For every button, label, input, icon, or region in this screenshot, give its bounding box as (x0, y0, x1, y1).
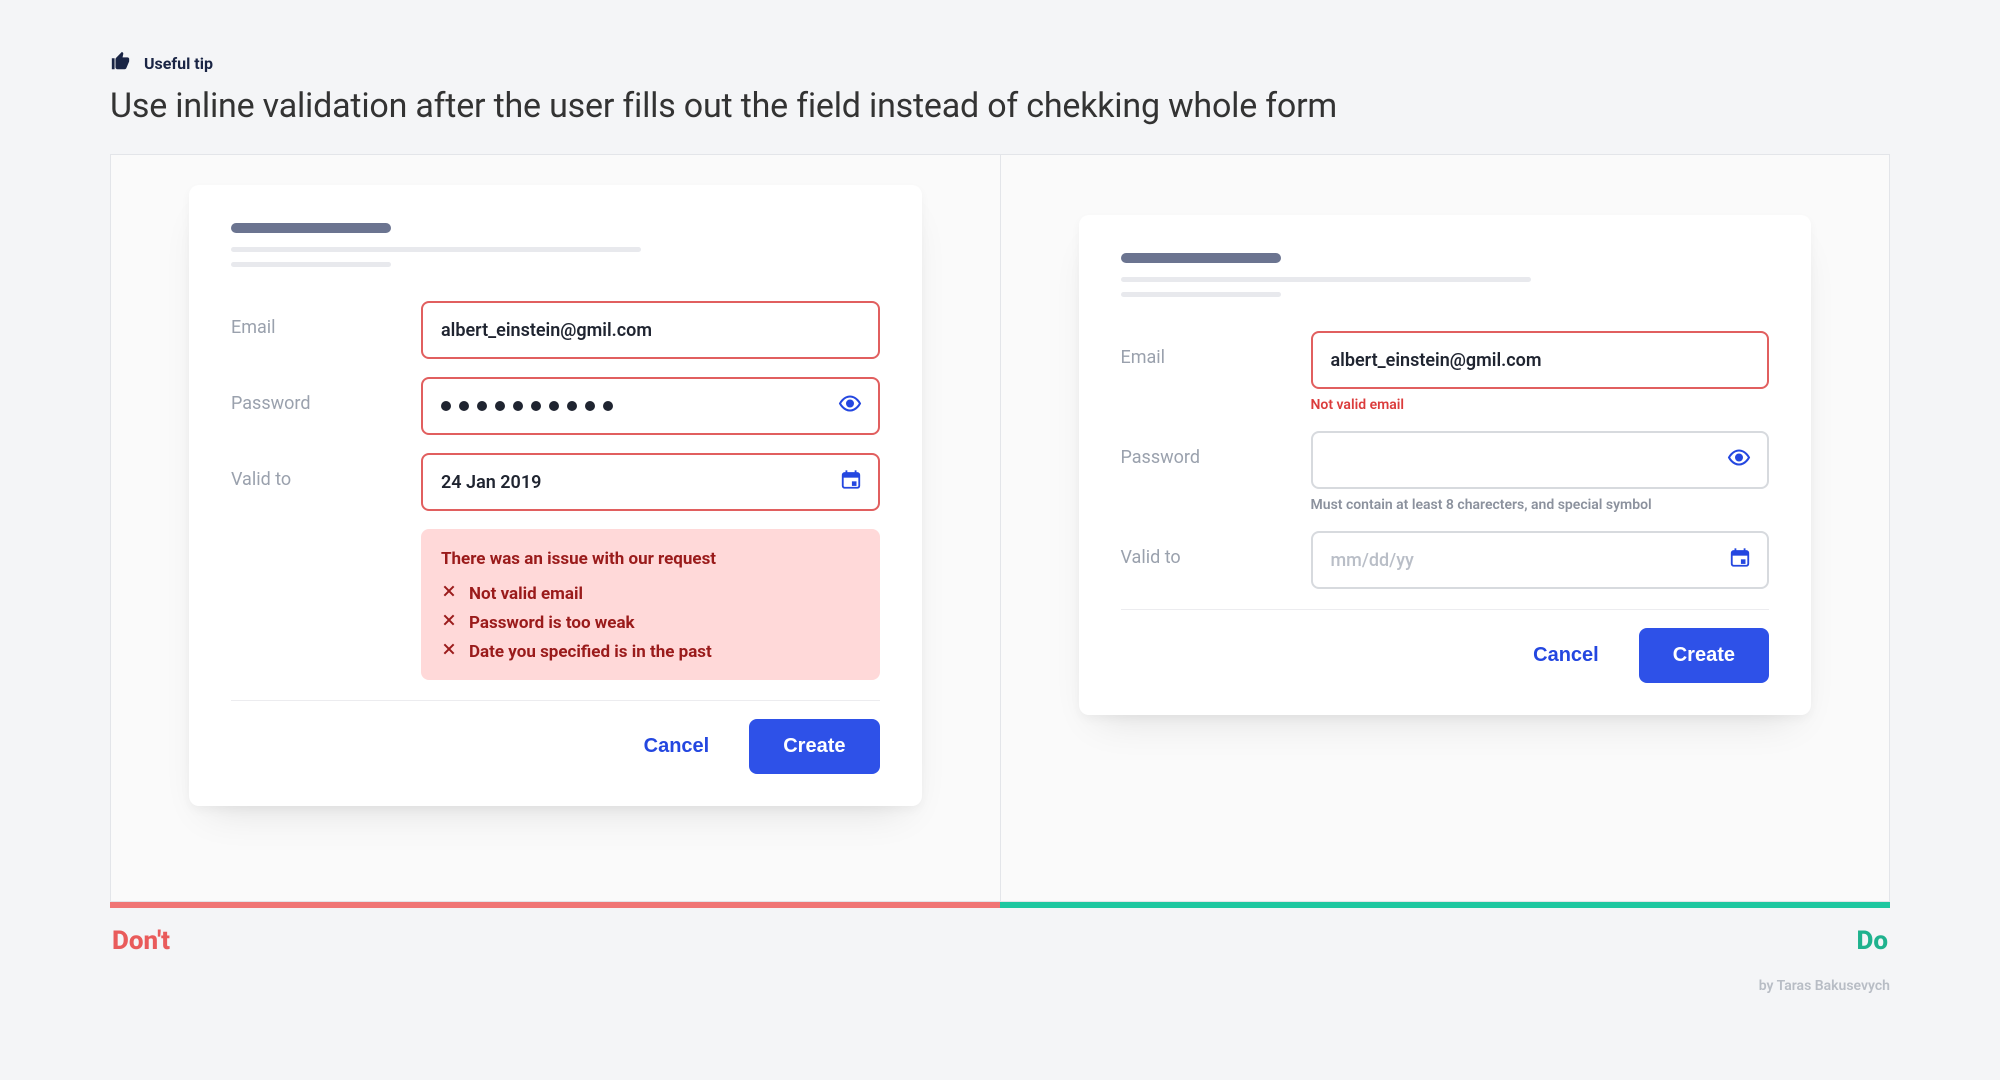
date-value: 24 Jan 2019 (441, 472, 541, 493)
byline: by Taras Bakusevych (110, 978, 1890, 994)
password-mask (441, 401, 613, 411)
x-icon (441, 612, 457, 633)
card-header-placeholder (231, 223, 880, 267)
card-header-placeholder (1121, 253, 1770, 297)
headline: Use inline validation after the user fil… (110, 86, 1890, 126)
email-value: albert_einstein@gmil.com (441, 320, 652, 341)
error-item: Password is too weak (441, 612, 860, 633)
cancel-button[interactable]: Cancel (1515, 630, 1617, 681)
create-button[interactable]: Create (749, 719, 879, 774)
error-item: Date you specified is in the past (441, 641, 860, 662)
error-item: Not valid email (441, 583, 860, 604)
calendar-icon[interactable] (1729, 547, 1751, 574)
dont-bar (110, 902, 1000, 908)
verdict-bars (110, 902, 1890, 908)
date-field[interactable]: 24 Jan 2019 (421, 453, 880, 511)
password-help-text: Must contain at least 8 charecters, and … (1311, 497, 1770, 513)
password-field[interactable] (1311, 431, 1770, 489)
password-label: Password (231, 377, 421, 414)
form-card-do: Email albert_einstein@gmil.com Not valid… (1079, 215, 1812, 715)
email-label: Email (231, 301, 421, 338)
create-button[interactable]: Create (1639, 628, 1769, 683)
password-label: Password (1121, 431, 1311, 468)
form-card-dont: Email albert_einstein@gmil.com Password (189, 185, 922, 806)
x-icon (441, 641, 457, 662)
email-error-text: Not valid email (1311, 397, 1770, 413)
eye-icon[interactable] (838, 392, 862, 421)
tip-header: Useful tip (110, 50, 1890, 76)
divider (1121, 609, 1770, 610)
x-icon (441, 583, 457, 604)
comparison-panel: Email albert_einstein@gmil.com Password (110, 154, 1890, 902)
email-field[interactable]: albert_einstein@gmil.com (1311, 331, 1770, 389)
tip-label: Useful tip (144, 54, 213, 73)
eye-icon[interactable] (1727, 446, 1751, 475)
thumbs-up-icon (110, 50, 132, 76)
dont-panel: Email albert_einstein@gmil.com Password (111, 155, 1001, 901)
email-field[interactable]: albert_einstein@gmil.com (421, 301, 880, 359)
email-label: Email (1121, 331, 1311, 368)
password-field[interactable] (421, 377, 880, 435)
valid-to-label: Valid to (1121, 531, 1311, 568)
email-value: albert_einstein@gmil.com (1331, 350, 1542, 371)
do-bar (1000, 902, 1890, 908)
error-summary-title: There was an issue with our request (441, 549, 860, 569)
date-placeholder: mm/dd/yy (1331, 550, 1414, 571)
do-panel: Email albert_einstein@gmil.com Not valid… (1001, 155, 1890, 901)
calendar-icon[interactable] (840, 469, 862, 496)
verdict-dont: Don't (112, 926, 170, 956)
cancel-button[interactable]: Cancel (626, 721, 728, 772)
verdict-do: Do (1856, 926, 1888, 956)
divider (231, 700, 880, 701)
valid-to-label: Valid to (231, 453, 421, 490)
error-summary-box: There was an issue with our request Not … (421, 529, 880, 680)
date-field[interactable]: mm/dd/yy (1311, 531, 1770, 589)
